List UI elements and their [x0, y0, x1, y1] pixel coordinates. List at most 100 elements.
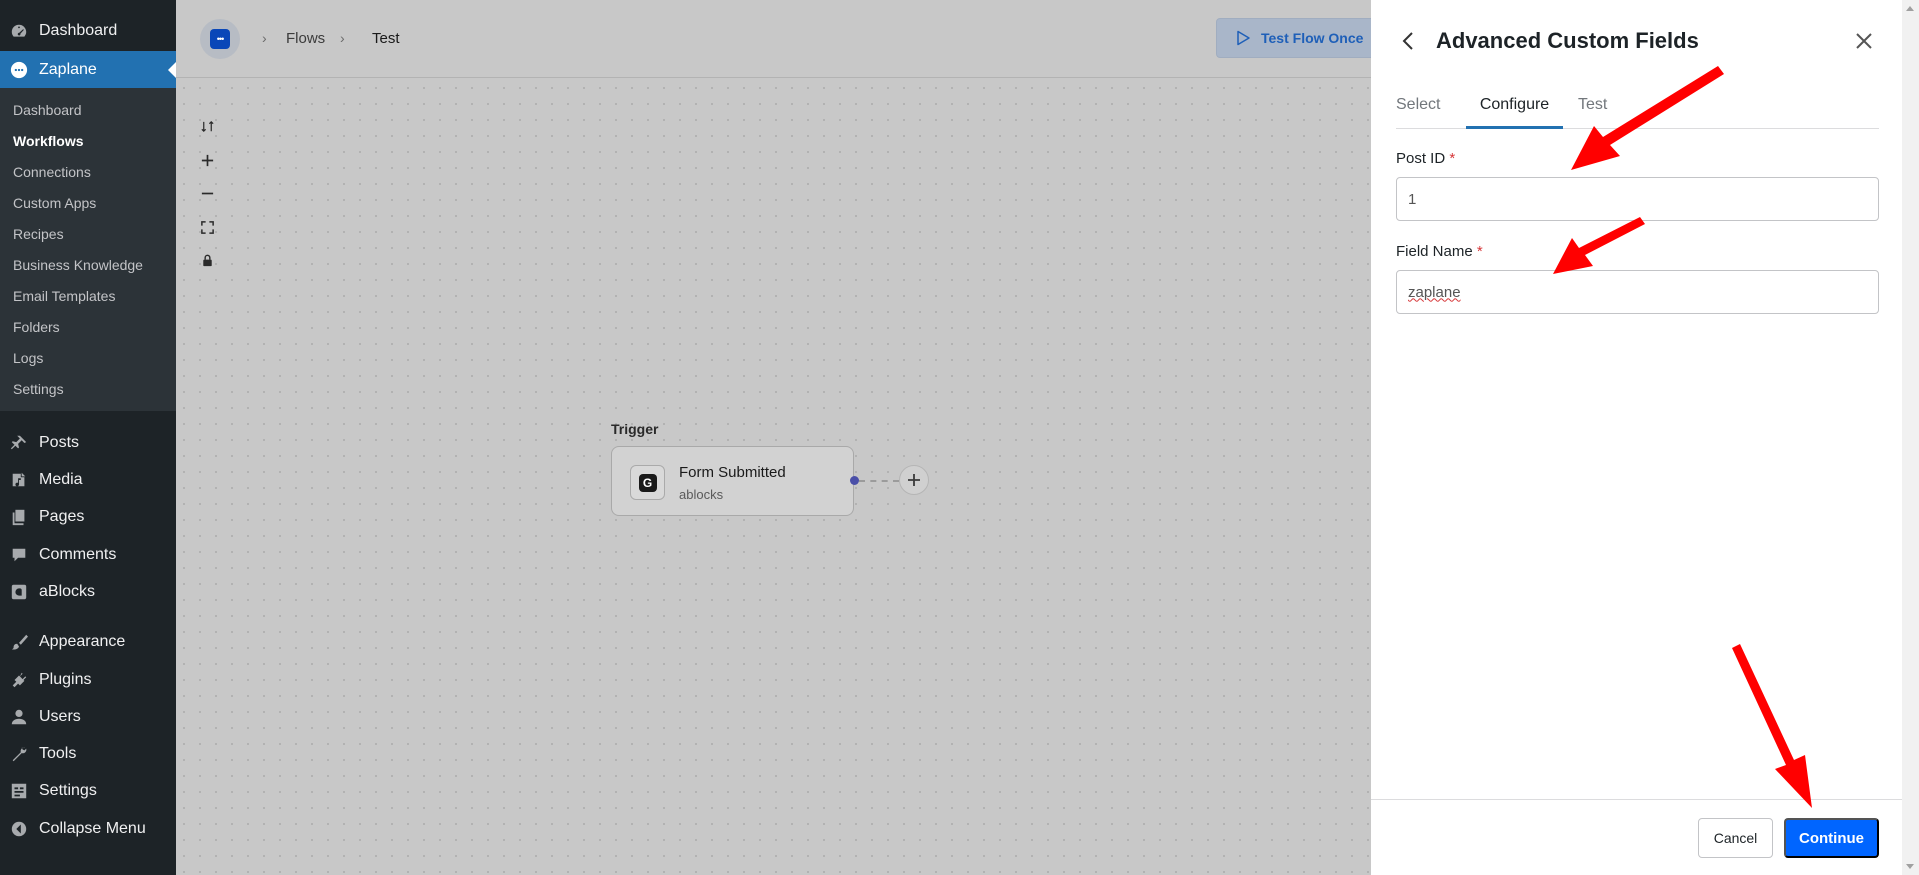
zaplane-logo-icon[interactable]: •••	[200, 19, 240, 59]
flow-canvas[interactable]: ••• › Flows › Test Test Flow Once Trigge…	[176, 0, 1376, 875]
menu-label: Tools	[39, 745, 77, 762]
ablocks-icon: G	[630, 465, 665, 500]
admin-sidebar: Dashboard Zaplane Dashboard Workflows Co…	[0, 0, 176, 875]
cancel-button[interactable]: Cancel	[1698, 818, 1773, 858]
tab-test[interactable]: Test	[1578, 96, 1607, 114]
ablocks-icon	[9, 582, 29, 602]
zaplane-icon	[9, 60, 29, 80]
settings-icon	[9, 781, 29, 801]
required-mark: *	[1449, 150, 1456, 167]
drawer-title: Advanced Custom Fields	[1436, 28, 1699, 53]
node-subtitle: ablocks	[679, 487, 724, 502]
menu-comments[interactable]: Comments	[0, 544, 176, 566]
zoom-in-icon[interactable]	[189, 146, 225, 174]
menu-label: Appearance	[39, 633, 126, 650]
menu-label: Users	[39, 708, 81, 725]
submenu-connections[interactable]: Connections	[13, 164, 91, 180]
connector-line	[859, 480, 899, 482]
submenu-recipes[interactable]: Recipes	[13, 226, 64, 242]
menu-label: Media	[39, 471, 83, 488]
zoom-out-icon[interactable]	[189, 179, 225, 207]
chevron-right-icon: ›	[262, 30, 267, 46]
submenu-email-templates[interactable]: Email Templates	[13, 288, 115, 304]
tab-select[interactable]: Select	[1396, 96, 1440, 114]
menu-posts[interactable]: Posts	[0, 432, 176, 454]
menu-settings[interactable]: Settings	[0, 780, 176, 802]
menu-label: Dashboard	[39, 22, 118, 39]
post-id-label: Post ID *	[1396, 150, 1455, 167]
breadcrumb-current: Test	[372, 30, 400, 47]
menu-label: Zaplane	[39, 60, 97, 78]
plug-icon	[9, 670, 29, 690]
post-id-input[interactable]	[1396, 177, 1879, 221]
field-name-input[interactable]: zaplane	[1396, 270, 1879, 314]
lock-icon[interactable]	[189, 246, 225, 274]
user-icon	[9, 707, 29, 727]
menu-label: Pages	[39, 508, 85, 525]
active-tab-indicator	[1466, 126, 1563, 129]
field-name-value: zaplane	[1408, 283, 1461, 301]
continue-button[interactable]: Continue	[1784, 818, 1879, 858]
menu-appearance[interactable]: Appearance	[0, 631, 176, 653]
add-step-button[interactable]	[899, 465, 929, 495]
menu-users[interactable]: Users	[0, 706, 176, 728]
node-title: Form Submitted	[679, 464, 786, 481]
menu-plugins[interactable]: Plugins	[0, 669, 176, 691]
field-label-text: Post ID	[1396, 150, 1446, 167]
brush-icon	[9, 632, 29, 652]
wrench-icon	[9, 744, 29, 764]
menu-label: Comments	[39, 546, 117, 563]
fit-view-icon[interactable]	[189, 213, 225, 241]
close-button[interactable]	[1853, 30, 1875, 52]
submenu-custom-apps[interactable]: Custom Apps	[13, 195, 96, 211]
menu-label: Settings	[39, 782, 97, 799]
menu-dashboard[interactable]: Dashboard	[0, 20, 176, 42]
play-icon	[1237, 30, 1250, 46]
scroll-up-icon[interactable]	[1906, 6, 1914, 11]
trigger-node[interactable]: G Form Submitted ablocks	[611, 446, 854, 516]
back-button[interactable]	[1399, 30, 1419, 52]
submenu-business-knowledge[interactable]: Business Knowledge	[13, 257, 143, 273]
submenu-workflows[interactable]: Workflows	[13, 133, 84, 149]
submenu-logs[interactable]: Logs	[13, 350, 43, 366]
menu-ablocks[interactable]: aBlocks	[0, 581, 176, 603]
pages-icon	[9, 507, 29, 527]
close-icon	[1856, 33, 1872, 49]
flow-topbar: ••• › Flows › Test Test Flow Once	[176, 0, 1376, 78]
drawer-tabs: Select Configure Test	[1396, 88, 1879, 129]
menu-label: Posts	[39, 434, 80, 451]
menu-label: Collapse Menu	[39, 820, 146, 837]
menu-media[interactable]: Media	[0, 469, 176, 491]
auto-layout-icon[interactable]	[189, 112, 225, 140]
chevron-left-icon	[1402, 32, 1413, 50]
submenu-folders[interactable]: Folders	[13, 319, 60, 335]
test-flow-button[interactable]: Test Flow Once	[1216, 18, 1376, 58]
tab-configure[interactable]: Configure	[1466, 96, 1563, 114]
test-flow-label: Test Flow Once	[1261, 30, 1364, 46]
step-config-drawer: Advanced Custom Fields Select Configure …	[1371, 0, 1902, 875]
menu-zaplane[interactable]: Zaplane	[0, 51, 176, 88]
menu-label: Plugins	[39, 671, 92, 688]
menu-tools[interactable]: Tools	[0, 743, 176, 765]
menu-label: aBlocks	[39, 583, 96, 600]
pin-icon	[9, 433, 29, 453]
plus-icon	[908, 474, 920, 486]
menu-pages[interactable]: Pages	[0, 506, 176, 528]
chevron-right-icon: ›	[340, 30, 345, 46]
field-label-text: Field Name	[1396, 243, 1473, 260]
page-scrollbar[interactable]	[1902, 0, 1919, 875]
drawer-footer-divider	[1371, 799, 1902, 800]
scroll-down-icon[interactable]	[1906, 864, 1914, 869]
field-name-label: Field Name *	[1396, 243, 1483, 260]
menu-collapse[interactable]: Collapse Menu	[0, 818, 176, 840]
collapse-icon	[9, 819, 29, 839]
dashboard-icon	[9, 21, 29, 41]
media-icon	[9, 470, 29, 490]
connector-handle[interactable]	[850, 476, 859, 485]
required-mark: *	[1476, 243, 1483, 260]
breadcrumb-flows[interactable]: Flows	[286, 30, 325, 47]
submenu-dashboard[interactable]: Dashboard	[13, 102, 82, 118]
submenu-settings[interactable]: Settings	[13, 381, 64, 397]
trigger-label: Trigger	[611, 421, 659, 437]
zaplane-submenu: Dashboard Workflows Connections Custom A…	[0, 88, 176, 411]
